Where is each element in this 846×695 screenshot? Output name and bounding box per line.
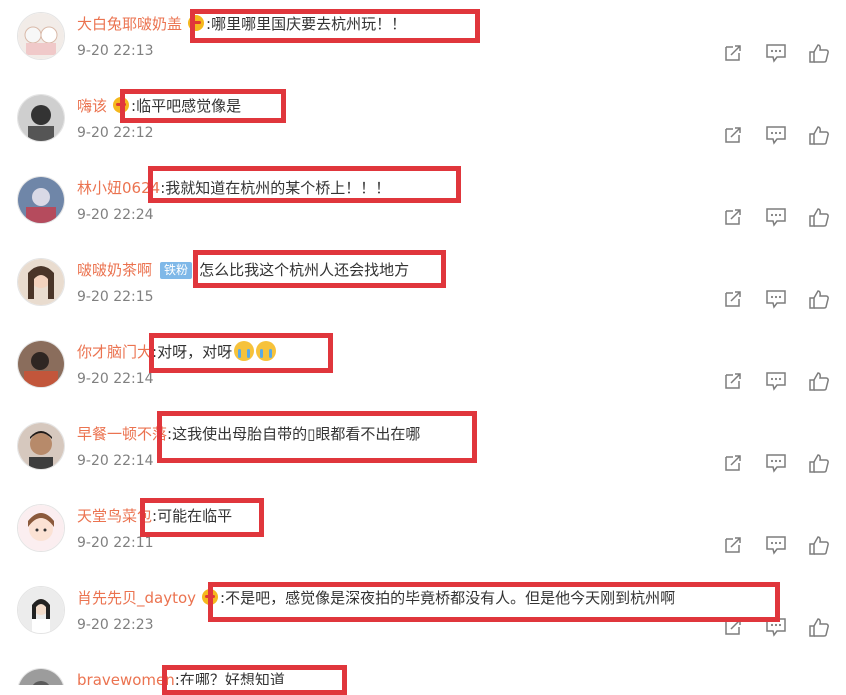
comment-item: 大白兔耶啵奶盖 :哪里哪里国庆要去杭州玩！！ 9-20 22:13 bbox=[0, 0, 846, 82]
share-icon[interactable] bbox=[722, 452, 744, 474]
comment-icon[interactable] bbox=[765, 452, 787, 474]
comment-actions bbox=[722, 288, 832, 310]
avatar[interactable] bbox=[17, 258, 65, 306]
emoji-badge-icon bbox=[113, 97, 130, 113]
comment-line: 天堂鸟菜包:可能在临平 bbox=[77, 505, 232, 527]
avatar[interactable] bbox=[17, 340, 65, 388]
crying-emoji-icon bbox=[256, 341, 277, 361]
comment-icon[interactable] bbox=[765, 206, 787, 228]
avatar[interactable] bbox=[17, 504, 65, 552]
timestamp: 9-20 22:14 bbox=[77, 371, 154, 387]
thumbs-up-icon[interactable] bbox=[808, 452, 830, 474]
thumbs-up-icon[interactable] bbox=[808, 288, 830, 310]
comment-text: :在哪？好想知道 bbox=[174, 671, 285, 685]
timestamp: 9-20 22:13 bbox=[77, 43, 154, 59]
emoji-badge-icon bbox=[202, 589, 219, 605]
comment-icon[interactable] bbox=[765, 534, 787, 556]
share-icon[interactable] bbox=[722, 42, 744, 64]
share-icon[interactable] bbox=[722, 206, 744, 228]
thumbs-up-icon[interactable] bbox=[808, 206, 830, 228]
comment-icon[interactable] bbox=[765, 42, 787, 64]
emoji-badge-icon bbox=[188, 15, 205, 31]
fan-badge: 铁粉 bbox=[160, 262, 193, 279]
comment-text: :可能在临平 bbox=[152, 507, 233, 525]
share-icon[interactable] bbox=[722, 616, 744, 638]
comment-line: 林小妞0624:我就知道在杭州的某个桥上！！！ bbox=[77, 177, 390, 199]
comment-actions bbox=[722, 534, 832, 556]
comment-actions bbox=[722, 452, 832, 474]
comment-icon[interactable] bbox=[765, 370, 787, 392]
timestamp: 9-20 22:15 bbox=[77, 289, 154, 305]
username-link[interactable]: bravewomen bbox=[77, 671, 175, 685]
avatar[interactable] bbox=[17, 668, 65, 685]
comment-item: 嗨该 :临平吧感觉像是 9-20 22:12 bbox=[0, 82, 846, 164]
comment-text: :不是吧，感觉像是深夜拍的毕竟桥都没有人。但是他今天刚到杭州啊 bbox=[220, 589, 676, 607]
comment-text: :怎么比我这个杭州人还会找地方 bbox=[194, 261, 410, 279]
comment-line: 嗨该 :临平吧感觉像是 bbox=[77, 95, 241, 117]
comment-text: :我就知道在杭州的某个桥上！！！ bbox=[160, 179, 391, 197]
timestamp: 9-20 22:11 bbox=[77, 535, 154, 551]
share-icon[interactable] bbox=[722, 288, 744, 310]
crying-emoji-icon bbox=[234, 341, 255, 361]
comment-actions bbox=[722, 616, 832, 638]
comment-text: :哪里哪里国庆要去杭州玩！！ bbox=[206, 15, 407, 33]
comment-line: 大白兔耶啵奶盖 :哪里哪里国庆要去杭州玩！！ bbox=[77, 13, 406, 35]
comment-icon[interactable] bbox=[765, 124, 787, 146]
comment-item: 天堂鸟菜包:可能在临平 9-20 22:11 bbox=[0, 492, 846, 574]
username-link[interactable]: 啵啵奶茶啊 bbox=[77, 261, 152, 279]
comment-text: :临平吧感觉像是 bbox=[131, 97, 242, 115]
thumbs-up-icon[interactable] bbox=[808, 124, 830, 146]
comment-line: 早餐一顿不落:这我使出母胎自带的▯眼都看不出在哪 bbox=[77, 423, 420, 445]
username-link[interactable]: 大白兔耶啵奶盖 bbox=[77, 15, 182, 33]
comment-icon[interactable] bbox=[765, 288, 787, 310]
timestamp: 9-20 22:12 bbox=[77, 125, 154, 141]
avatar[interactable] bbox=[17, 586, 65, 634]
timestamp: 9-20 22:24 bbox=[77, 207, 154, 223]
comment-icon[interactable] bbox=[765, 616, 787, 638]
avatar[interactable] bbox=[17, 12, 65, 60]
timestamp: 9-20 22:14 bbox=[77, 453, 154, 469]
username-link[interactable]: 你才脑门大 bbox=[77, 343, 152, 361]
comment-actions bbox=[722, 370, 832, 392]
share-icon[interactable] bbox=[722, 124, 744, 146]
username-link[interactable]: 早餐一顿不落 bbox=[77, 425, 167, 443]
comment-line: 你才脑门大:对呀，对呀 bbox=[77, 341, 277, 363]
thumbs-up-icon[interactable] bbox=[808, 42, 830, 64]
comment-actions bbox=[722, 124, 832, 146]
comment-item: 林小妞0624:我就知道在杭州的某个桥上！！！ 9-20 22:24 bbox=[0, 164, 846, 246]
comment-actions bbox=[722, 42, 832, 64]
comment-text: :对呀，对呀 bbox=[152, 343, 233, 361]
comment-line: bravewomen:在哪？好想知道 bbox=[77, 669, 285, 685]
avatar[interactable] bbox=[17, 176, 65, 224]
comment-line: 肖先先贝_daytoy :不是吧，感觉像是深夜拍的毕竟桥都没有人。但是他今天刚到杭… bbox=[77, 587, 675, 609]
comment-line: 啵啵奶茶啊 铁粉:怎么比我这个杭州人还会找地方 bbox=[77, 259, 409, 281]
comment-item: bravewomen:在哪？好想知道 bbox=[0, 656, 846, 685]
avatar[interactable] bbox=[17, 94, 65, 142]
comment-actions bbox=[722, 206, 832, 228]
thumbs-up-icon[interactable] bbox=[808, 616, 830, 638]
comment-item: 啵啵奶茶啊 铁粉:怎么比我这个杭州人还会找地方 9-20 22:15 bbox=[0, 246, 846, 328]
username-link[interactable]: 天堂鸟菜包 bbox=[77, 507, 152, 525]
share-icon[interactable] bbox=[722, 370, 744, 392]
comment-text: :这我使出母胎自带的▯眼都看不出在哪 bbox=[167, 425, 421, 443]
avatar[interactable] bbox=[17, 422, 65, 470]
thumbs-up-icon[interactable] bbox=[808, 534, 830, 556]
thumbs-up-icon[interactable] bbox=[808, 370, 830, 392]
username-link[interactable]: 林小妞0624 bbox=[77, 179, 160, 197]
username-link[interactable]: 嗨该 bbox=[77, 97, 107, 115]
comment-item: 肖先先贝_daytoy :不是吧，感觉像是深夜拍的毕竟桥都没有人。但是他今天刚到杭… bbox=[0, 574, 846, 656]
timestamp: 9-20 22:23 bbox=[77, 617, 154, 633]
username-link[interactable]: 肖先先贝_daytoy bbox=[77, 589, 196, 607]
share-icon[interactable] bbox=[722, 534, 744, 556]
comment-item: 你才脑门大:对呀，对呀 9-20 22:14 bbox=[0, 328, 846, 410]
comment-item: 早餐一顿不落:这我使出母胎自带的▯眼都看不出在哪 9-20 22:14 bbox=[0, 410, 846, 492]
